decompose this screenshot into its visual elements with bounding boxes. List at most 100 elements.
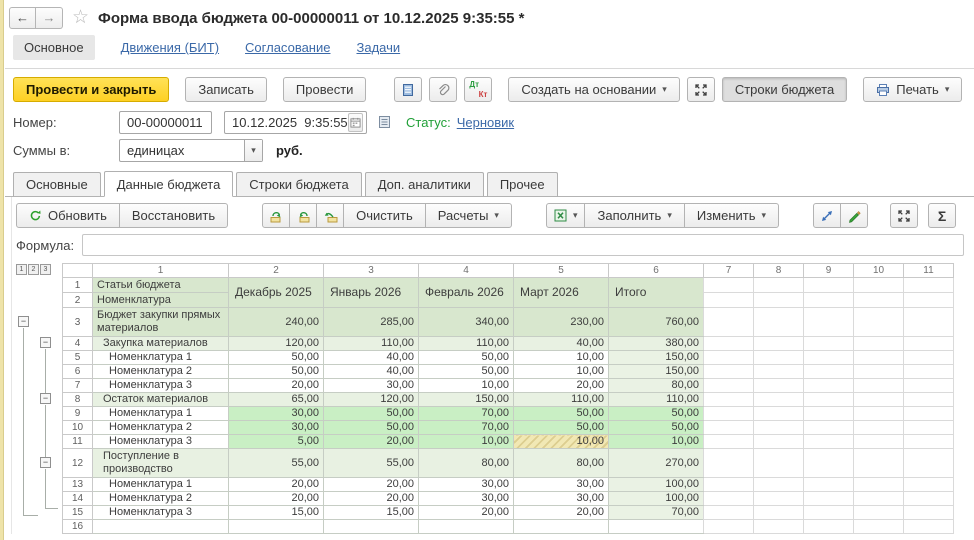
column-header-10[interactable]: 10 xyxy=(854,264,904,278)
value-cell-r14-c2[interactable]: 20,00 xyxy=(229,492,324,506)
empty-cell[interactable] xyxy=(754,421,804,435)
chevron-down-icon[interactable]: ▾ xyxy=(244,140,262,161)
value-cell-r11-c6[interactable]: 10,00 xyxy=(609,435,704,449)
value-cell-r9-c3[interactable]: 50,00 xyxy=(324,407,419,421)
empty-cell[interactable] xyxy=(804,293,854,308)
budget-items-header-cell[interactable]: Статьи бюджета xyxy=(93,278,229,293)
sum-button[interactable]: Σ xyxy=(928,203,956,228)
empty-cell[interactable] xyxy=(804,449,854,478)
excel-button[interactable]: ▾ xyxy=(546,203,586,228)
empty-cell[interactable] xyxy=(704,308,754,337)
empty-cell[interactable] xyxy=(854,393,904,407)
empty-cell[interactable] xyxy=(754,478,804,492)
empty-cell[interactable] xyxy=(904,506,954,520)
row-name-cell-7[interactable]: Номенклатура 3 xyxy=(93,379,229,393)
row-name-cell-16[interactable] xyxy=(93,520,229,534)
empty-cell[interactable] xyxy=(704,449,754,478)
empty-cell[interactable] xyxy=(804,308,854,337)
empty-cell[interactable] xyxy=(754,407,804,421)
empty-cell[interactable] xyxy=(704,421,754,435)
nav-tab-0[interactable]: Основное xyxy=(13,35,95,60)
attachments-button[interactable] xyxy=(429,77,457,102)
refresh-button[interactable]: Обновить xyxy=(16,203,120,228)
value-cell-r9-c5[interactable]: 50,00 xyxy=(514,407,609,421)
column-header-2[interactable]: 2 xyxy=(229,264,324,278)
value-cell-r4-c5[interactable]: 40,00 xyxy=(514,337,609,351)
empty-cell[interactable] xyxy=(704,337,754,351)
empty-cell[interactable] xyxy=(804,393,854,407)
column-header-11[interactable]: 11 xyxy=(904,264,954,278)
value-cell-r12-c4[interactable]: 80,00 xyxy=(419,449,514,478)
budget-lines-button[interactable]: Строки бюджета xyxy=(722,77,847,102)
value-cell-r8-c6[interactable]: 110,00 xyxy=(609,393,704,407)
row-name-cell-14[interactable]: Номенклатура 2 xyxy=(93,492,229,506)
value-cell-r9-c4[interactable]: 70,00 xyxy=(419,407,514,421)
value-cell-r10-c3[interactable]: 50,00 xyxy=(324,421,419,435)
empty-cell[interactable] xyxy=(854,293,904,308)
empty-cell[interactable] xyxy=(704,351,754,365)
value-cell-r3-c3[interactable]: 285,00 xyxy=(324,308,419,337)
empty-cell[interactable] xyxy=(754,365,804,379)
value-cell-r3-c6[interactable]: 760,00 xyxy=(609,308,704,337)
value-cell-r15-c2[interactable]: 15,00 xyxy=(229,506,324,520)
empty-cell[interactable] xyxy=(804,337,854,351)
empty-cell[interactable] xyxy=(904,308,954,337)
empty-cell[interactable] xyxy=(854,449,904,478)
collapse-button-row-12[interactable]: − xyxy=(40,457,51,468)
empty-cell[interactable] xyxy=(804,520,854,534)
value-cell-r15-c5[interactable]: 20,00 xyxy=(514,506,609,520)
column-header-4[interactable]: 4 xyxy=(419,264,514,278)
number-input[interactable]: 00-00000011 xyxy=(119,111,212,134)
value-cell-r15-c3[interactable]: 15,00 xyxy=(324,506,419,520)
column-header-7[interactable]: 7 xyxy=(704,264,754,278)
empty-cell[interactable] xyxy=(804,407,854,421)
value-cell-r4-c6[interactable]: 380,00 xyxy=(609,337,704,351)
value-cell-r11-c3[interactable]: 20,00 xyxy=(324,435,419,449)
value-cell-r4-c2[interactable]: 120,00 xyxy=(229,337,324,351)
copy-to-period-button[interactable] xyxy=(289,203,317,228)
print-button[interactable]: Печать▾ xyxy=(863,77,962,102)
value-cell-r16-c3[interactable] xyxy=(324,520,419,534)
value-cell-r11-c5[interactable]: 10,00 xyxy=(514,435,609,449)
row-name-cell-8[interactable]: Остаток материалов xyxy=(93,393,229,407)
back-button[interactable]: ← xyxy=(9,7,36,29)
calculations-button[interactable]: Расчеты▾ xyxy=(425,203,512,228)
fill-button[interactable]: Заполнить▾ xyxy=(584,203,684,228)
value-cell-r10-c4[interactable]: 70,00 xyxy=(419,421,514,435)
value-cell-r4-c4[interactable]: 110,00 xyxy=(419,337,514,351)
value-cell-r10-c2[interactable]: 30,00 xyxy=(229,421,324,435)
row-header-10[interactable]: 10 xyxy=(63,421,93,435)
value-cell-r13-c4[interactable]: 30,00 xyxy=(419,478,514,492)
row-header-2[interactable]: 2 xyxy=(63,293,93,308)
value-cell-r5-c5[interactable]: 10,00 xyxy=(514,351,609,365)
value-cell-r5-c2[interactable]: 50,00 xyxy=(229,351,324,365)
copy-from-previous-period-button[interactable] xyxy=(262,203,290,228)
amounts-select[interactable]: единицах ▾ xyxy=(119,139,263,162)
value-cell-r15-c6[interactable]: 70,00 xyxy=(609,506,704,520)
empty-cell[interactable] xyxy=(704,379,754,393)
value-cell-r6-c4[interactable]: 50,00 xyxy=(419,365,514,379)
column-header-1[interactable]: 1 xyxy=(93,264,229,278)
value-cell-r6-c2[interactable]: 50,00 xyxy=(229,365,324,379)
clear-button[interactable]: Очистить xyxy=(343,203,426,228)
grid-fullscreen-button[interactable] xyxy=(890,203,918,228)
empty-cell[interactable] xyxy=(854,478,904,492)
empty-cell[interactable] xyxy=(804,435,854,449)
value-cell-r13-c5[interactable]: 30,00 xyxy=(514,478,609,492)
calendar-button[interactable] xyxy=(348,113,363,132)
row-header-8[interactable]: 8 xyxy=(63,393,93,407)
empty-cell[interactable] xyxy=(704,393,754,407)
period-header-3[interactable]: Март 2026 xyxy=(514,278,609,308)
row-name-cell-11[interactable]: Номенклатура 3 xyxy=(93,435,229,449)
empty-cell[interactable] xyxy=(754,492,804,506)
empty-cell[interactable] xyxy=(904,407,954,421)
empty-cell[interactable] xyxy=(804,506,854,520)
empty-cell[interactable] xyxy=(804,365,854,379)
empty-cell[interactable] xyxy=(904,449,954,478)
value-cell-r13-c3[interactable]: 20,00 xyxy=(324,478,419,492)
row-header-1[interactable]: 1 xyxy=(63,278,93,293)
empty-cell[interactable] xyxy=(904,278,954,293)
row-name-cell-6[interactable]: Номенклатура 2 xyxy=(93,365,229,379)
empty-cell[interactable] xyxy=(804,492,854,506)
row-header-3[interactable]: 3 xyxy=(63,308,93,337)
